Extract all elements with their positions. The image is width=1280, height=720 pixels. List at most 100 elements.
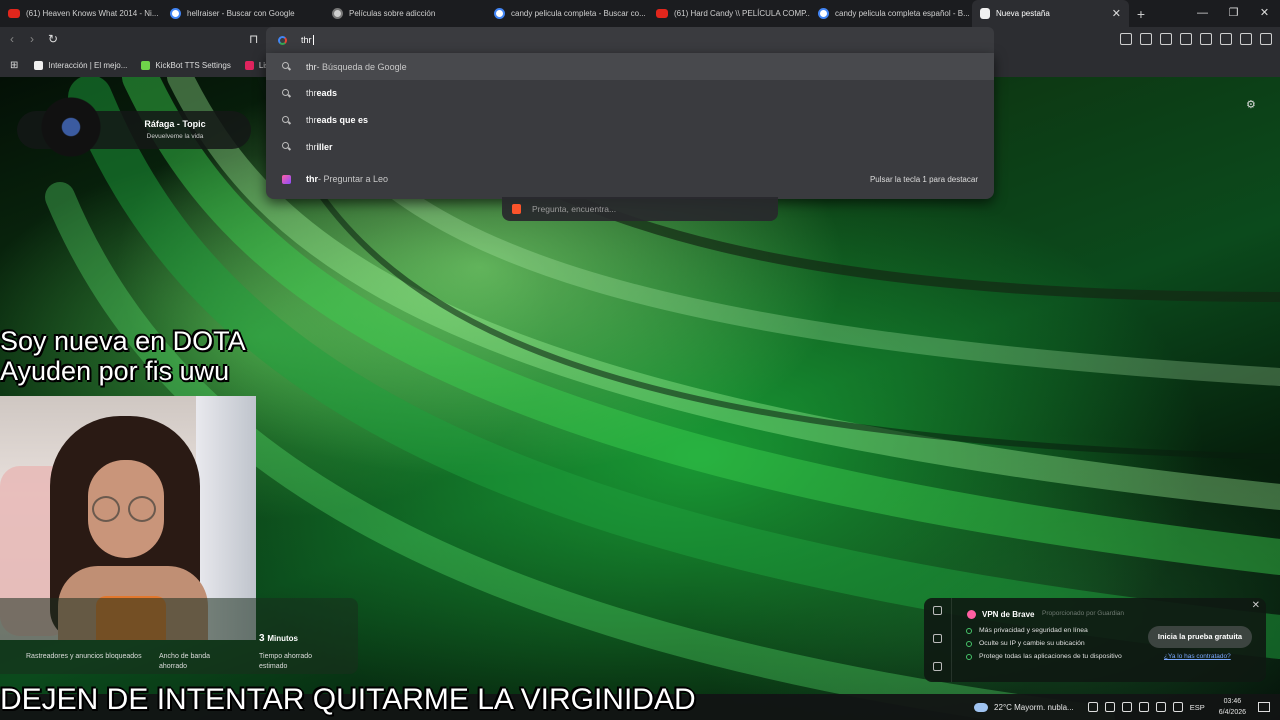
apps-icon[interactable]: ⊞ [10, 60, 18, 71]
window-controls: — ❐ ✕ [1187, 0, 1280, 27]
wallet-icon[interactable] [1200, 33, 1212, 45]
bookmark-favicon-icon [244, 60, 254, 70]
wifi-icon[interactable] [1155, 702, 1166, 712]
leo-suggestion[interactable]: thr - Preguntar a Leo Pulsar la tecla 1 … [266, 166, 994, 193]
vpn-icon[interactable] [1240, 33, 1252, 45]
tab-6[interactable]: Nueva pestaña ✕ [972, 0, 1129, 27]
tab-label: candy pelicula completa - Buscar co... [511, 9, 646, 18]
time-saved-value: 3 Minutos [259, 633, 299, 644]
maximize-button[interactable]: ❐ [1218, 0, 1249, 27]
search-icon [282, 142, 291, 151]
brave-icon [980, 8, 990, 19]
widget-side-icons [924, 598, 952, 682]
cloud-icon [974, 702, 989, 712]
bandwidth-label: Ancho de banda ahorrado [159, 653, 210, 670]
tab-4[interactable]: (61) Hard Candy \\ PELÍCULA COMP... [648, 0, 810, 27]
tab-3[interactable]: candy pelicula completa - Buscar co... [486, 0, 648, 27]
brave-icon [512, 204, 521, 214]
now-playing-widget: Ráfaga - Topic Devuelveme la vida [17, 97, 251, 157]
clock[interactable]: 03:46 6/4/2026 [1219, 696, 1246, 718]
network-icon[interactable] [1104, 702, 1115, 712]
search-icon [282, 88, 291, 98]
sidebar-icon[interactable] [1180, 33, 1192, 45]
page-icon [332, 8, 343, 19]
close-window-button[interactable]: ✕ [1249, 0, 1280, 27]
search-suggestion[interactable]: thr - Búsqueda de Google [266, 53, 994, 80]
vpn-shield-icon[interactable] [933, 606, 942, 615]
extensions-icon[interactable] [1120, 33, 1132, 45]
address-bar[interactable]: thr [266, 27, 994, 53]
reload-icon[interactable]: ↻ [48, 32, 58, 46]
search-suggestion[interactable]: thr eads [266, 80, 994, 107]
youtube-icon [656, 9, 668, 18]
tab-label: hellraiser - Buscar con Google [187, 9, 295, 18]
display-icon[interactable] [1138, 702, 1149, 712]
tab-label: (61) Heaven Knows What 2014 - Ni... [26, 9, 159, 18]
chevron-up-icon[interactable] [1087, 702, 1098, 712]
new-tab-button[interactable]: + [1129, 6, 1153, 22]
google-icon [494, 8, 505, 19]
notifications-icon[interactable] [1258, 702, 1270, 712]
time-saved-label: Tiempo ahorrado estimado [259, 653, 313, 670]
vpn-feature: Oculte su IP y cambie su ubicación [966, 640, 1085, 647]
system-tray: 22°C Mayorm. nubla... ESP 03:46 6/4/2026 [974, 694, 1280, 720]
leo-icon[interactable] [1220, 33, 1232, 45]
address-input[interactable]: thr [301, 35, 312, 45]
tab-strip: (61) Heaven Knows What 2014 - Ni... hellr… [0, 0, 1280, 27]
search-icon [282, 62, 291, 71]
bookmark-favicon-icon [141, 60, 151, 70]
tab-5[interactable]: candy pelicula completa español - B... [810, 0, 972, 27]
tab-1[interactable]: hellraiser - Buscar con Google [162, 0, 324, 27]
settings-gear-icon[interactable]: ⚙ [1246, 98, 1256, 111]
minimize-button[interactable]: — [1187, 0, 1218, 27]
already-subscribed-link[interactable]: ¿Ya lo has contratado? [1164, 653, 1231, 660]
folder-icon[interactable] [933, 662, 942, 671]
close-tab-icon[interactable]: ✕ [1104, 7, 1121, 20]
back-icon[interactable]: ‹ [10, 32, 14, 46]
ask-leo-box[interactable]: Pregunta, encuentra... [502, 197, 778, 221]
track-title: Ráfaga - Topic [144, 119, 206, 129]
tab-label: Nueva pestaña [996, 9, 1050, 18]
google-icon [278, 35, 287, 45]
language-indicator[interactable]: ESP [1190, 703, 1205, 712]
google-icon [818, 8, 829, 19]
triangle-icon[interactable] [933, 634, 942, 643]
leo-icon [282, 174, 291, 184]
keyboard-hint: Pulsar la tecla 1 para destacar [869, 174, 978, 184]
close-icon[interactable]: ✕ [1252, 600, 1260, 611]
tab-label: candy pelicula completa español - B... [835, 9, 970, 18]
start-trial-button[interactable]: Inicia la prueba gratuita [1148, 626, 1252, 648]
google-icon [170, 8, 181, 19]
vpn-feature: Protege todas las aplicaciones de tu dis… [966, 653, 1122, 660]
tab-2[interactable]: Películas sobre adicción [324, 0, 486, 27]
search-suggestion[interactable]: thr iller [266, 133, 994, 160]
search-icon [282, 115, 291, 125]
forward-icon[interactable]: › [30, 32, 34, 46]
album-art [33, 97, 109, 157]
stream-caption-bottom: DEJEN DE INTENTAR QUITARME LA VIRGINIDAD [0, 683, 696, 716]
track-subtitle: Devuelveme la vida [146, 133, 204, 140]
ask-placeholder: Pregunta, encuentra... [532, 204, 617, 214]
tab-0[interactable]: (61) Heaven Knows What 2014 - Ni... [0, 0, 162, 27]
trackers-label: Rastreadores y anuncios bloqueados [26, 653, 142, 660]
bookmark-favicon-icon [34, 60, 44, 70]
mic-icon[interactable] [1121, 702, 1132, 712]
stream-caption-top: Soy nueva en DOTA Ayuden por fis uwu [0, 326, 246, 386]
vpn-feature: Más privacidad y seguridad en línea [966, 627, 1088, 634]
music-icon[interactable] [1160, 33, 1172, 45]
screenshot-icon[interactable] [1140, 33, 1152, 45]
vpn-promo-card: VPN de Brave Proporcionado por Guardian … [924, 598, 1266, 682]
weather-widget[interactable]: 22°C Mayorm. nubla... [974, 702, 1074, 712]
tab-label: Películas sobre adicción [349, 9, 436, 18]
toolbar-icons [1120, 33, 1272, 45]
vpn-logo-icon [967, 610, 976, 619]
bookmark-item[interactable]: Interacción | El mejo... [34, 60, 127, 70]
menu-icon[interactable] [1260, 33, 1272, 45]
omnibox-suggestions: thr - Búsqueda de Google thr eads thr eads q… [266, 53, 994, 199]
bookmark-icon[interactable]: ⊓ [249, 32, 258, 46]
bookmark-item[interactable]: KickBot TTS Settings [141, 60, 231, 70]
search-suggestion[interactable]: thr eads que es [266, 107, 994, 134]
volume-icon[interactable] [1172, 702, 1183, 712]
youtube-icon [8, 9, 20, 18]
tab-label: (61) Hard Candy \\ PELÍCULA COMP... [674, 9, 810, 18]
